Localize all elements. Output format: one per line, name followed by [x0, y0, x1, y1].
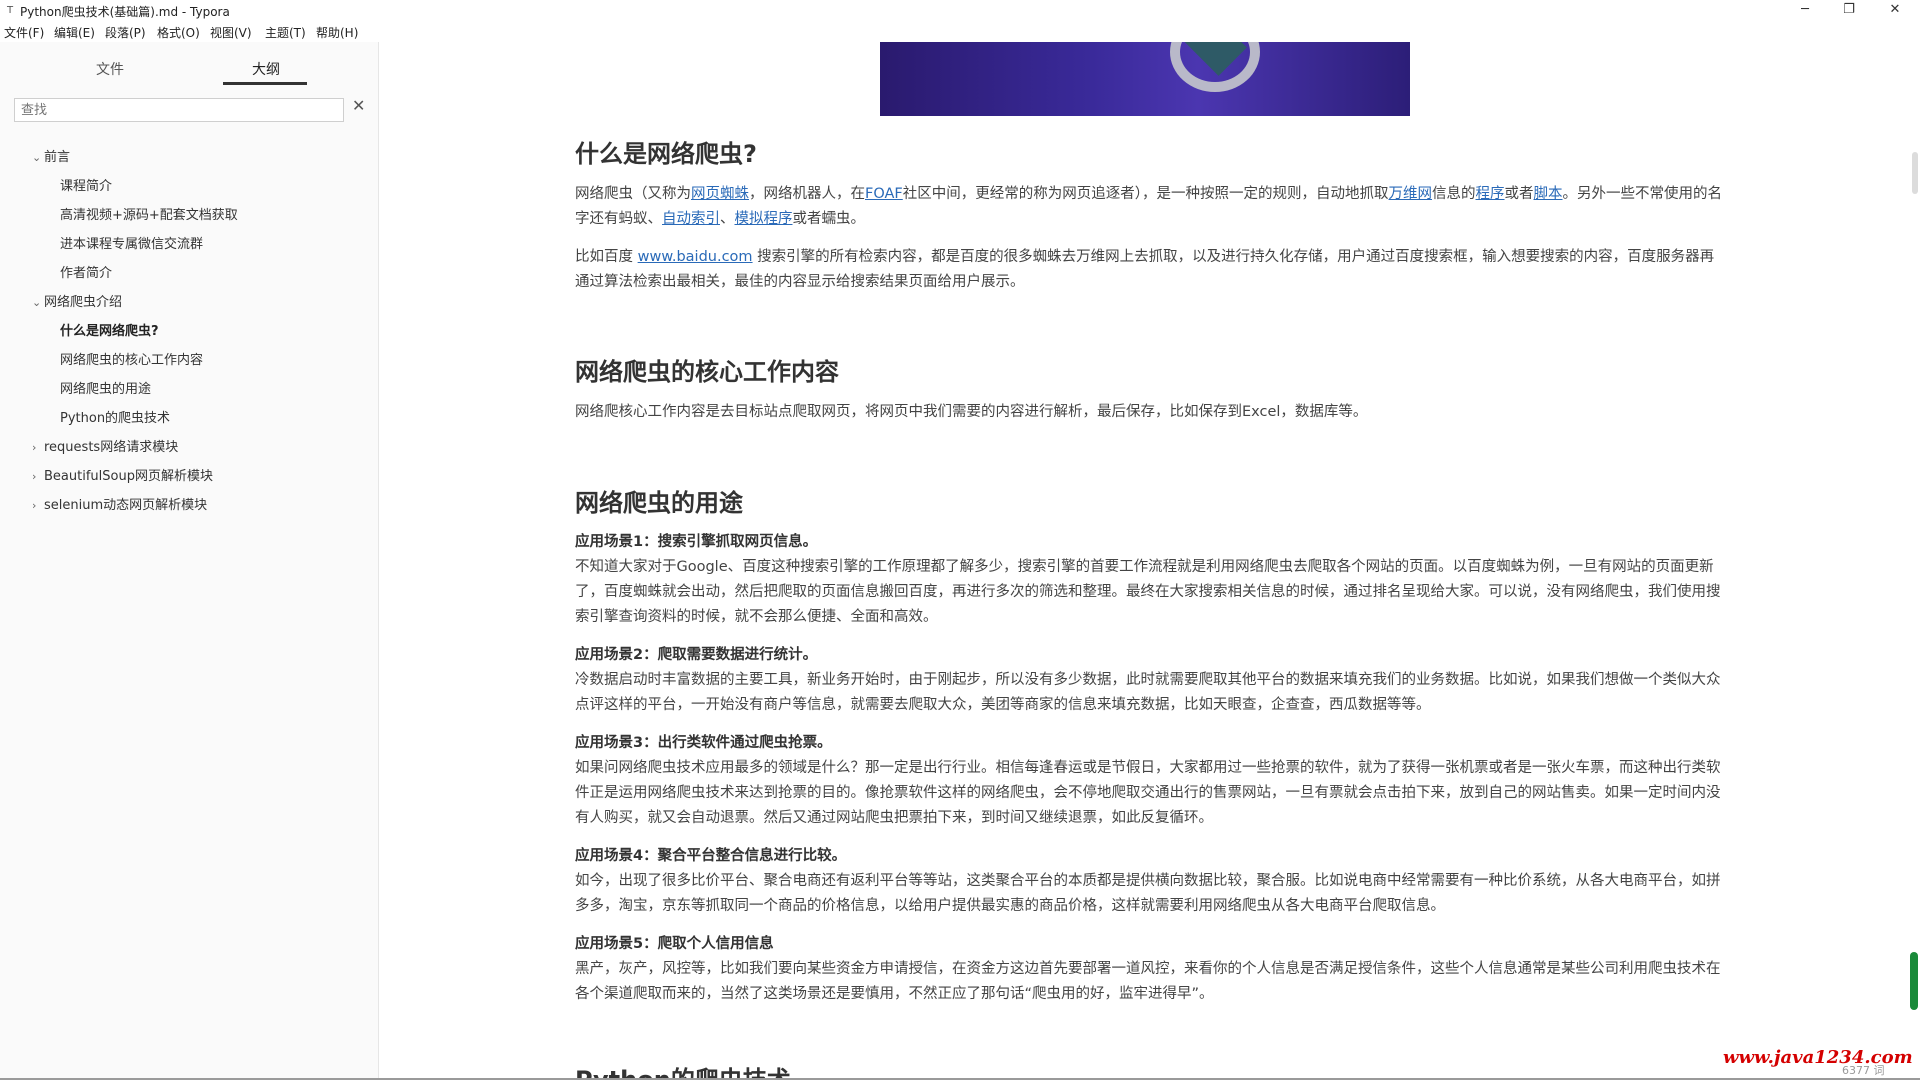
- link-foaf[interactable]: FOAF: [865, 186, 903, 202]
- chevron-right-icon[interactable]: ›: [32, 441, 44, 454]
- scene-2-text: 冷数据启动时丰富数据的主要工具，新业务开始时，由于刚起步，所以没有多少数据，此时…: [575, 672, 1721, 713]
- scene-2: 应用场景2：爬取需要数据进行统计。冷数据启动时丰富数据的主要工具，新业务开始时，…: [575, 643, 1723, 718]
- scene-4-label: 应用场景4：聚合平台整合信息进行比较。: [575, 848, 847, 864]
- link-program[interactable]: 程序: [1476, 186, 1505, 202]
- chevron-right-icon[interactable]: ›: [32, 499, 44, 512]
- heading-uses: 网络爬虫的用途: [575, 489, 743, 517]
- scene-2-label: 应用场景2：爬取需要数据进行统计。: [575, 647, 818, 663]
- menu-paragraph[interactable]: 段落(P): [105, 24, 146, 41]
- vertical-scrollbar-thumb[interactable]: [1912, 152, 1918, 194]
- outline-item[interactable]: 课程简介: [60, 175, 112, 194]
- scene-4-text: 如今，出现了很多比价平台、聚合电商还有返利平台等等站，这类聚合平台的本质都是提供…: [575, 873, 1721, 914]
- link-auto-index[interactable]: 自动索引: [662, 211, 720, 227]
- chevron-right-icon[interactable]: ›: [32, 470, 44, 483]
- outline-item[interactable]: › selenium动态网页解析模块: [32, 494, 207, 513]
- menu-view[interactable]: 视图(V): [210, 24, 252, 41]
- outline-search-input[interactable]: [14, 98, 344, 122]
- outline-item[interactable]: › BeautifulSoup网页解析模块: [32, 465, 213, 484]
- tab-outline[interactable]: 大纲: [252, 59, 280, 79]
- outline-item[interactable]: ⌄ 网络爬虫介绍: [32, 291, 122, 310]
- menu-file[interactable]: 文件(F): [4, 24, 44, 41]
- clear-search-icon[interactable]: ✕: [352, 96, 365, 115]
- paragraph-core-work: 网络爬核心工作内容是去目标站点爬取网页，将网页中我们需要的内容进行解析，最后保存…: [575, 404, 1368, 420]
- typora-app-icon: T: [6, 5, 14, 16]
- scene-1: 应用场景1：搜索引擎抓取网页信息。不知道大家对于Google、百度这种搜索引擎的…: [575, 530, 1723, 630]
- maximize-button[interactable]: ❐: [1826, 0, 1872, 22]
- link-simulator[interactable]: 模拟程序: [735, 211, 793, 227]
- scene-3: 应用场景3：出行类软件通过爬虫抢票。如果问网络爬虫技术应用最多的领域是什么？那一…: [575, 731, 1723, 831]
- paragraph-definition: 网络爬虫（又称为网页蜘蛛，网络机器人，在FOAF社区中间，更经常的称为网页追逐者…: [575, 186, 1723, 227]
- scene-5: 应用场景5：爬取个人信用信息黑产，灰产，风控等，比如我们要向某些资金方申请授信，…: [575, 932, 1723, 1007]
- scene-5-label: 应用场景5：爬取个人信用信息: [575, 936, 774, 952]
- scene-3-text: 如果问网络爬虫技术应用最多的领域是什么？那一定是出行行业。相信每逢春运或是节假日…: [575, 760, 1721, 826]
- sidebar-tabs: 文件 大纲: [0, 42, 378, 88]
- paragraph-baidu-example: 比如百度 www.baidu.com 搜索引擎的所有检索内容，都是百度的很多蜘蛛…: [575, 249, 1715, 290]
- chevron-down-icon[interactable]: ⌄: [32, 296, 44, 309]
- title-bar: T Python爬虫技术(基础篇).md - Typora ─ ❐ ✕: [0, 0, 1920, 22]
- scene-4: 应用场景4：聚合平台整合信息进行比较。如今，出现了很多比价平台、聚合电商还有返利…: [575, 844, 1723, 919]
- window-title: Python爬虫技术(基础篇).md - Typora: [20, 5, 230, 19]
- editor-content[interactable]: 什么是网络爬虫? 网络爬虫（又称为网页蜘蛛，网络机器人，在FOAF社区中间，更经…: [379, 42, 1920, 1080]
- scene-3-label: 应用场景3：出行类软件通过爬虫抢票。: [575, 735, 832, 751]
- outline-item[interactable]: 网络爬虫的核心工作内容: [60, 349, 203, 368]
- outline-item[interactable]: ⌄ 前言: [32, 146, 70, 165]
- scene-1-text: 不知道大家对于Google、百度这种搜索引擎的工作原理都了解多少，搜索引擎的首要…: [575, 559, 1721, 625]
- outline-item[interactable]: 作者简介: [60, 262, 112, 281]
- outline-item[interactable]: 网络爬虫的用途: [60, 378, 151, 397]
- heading-python-crawler: Python的爬虫技术: [575, 1066, 791, 1080]
- scene-5-text: 黑产，灰产，风控等，比如我们要向某些资金方申请授信，在资金方这边首先要部署一道风…: [575, 961, 1721, 1002]
- side-progress-indicator: [1910, 952, 1918, 1010]
- chevron-down-icon[interactable]: ⌄: [32, 151, 44, 164]
- minimize-button[interactable]: ─: [1782, 0, 1828, 22]
- tab-files[interactable]: 文件: [96, 59, 124, 79]
- sidebar: 文件 大纲 ✕ ⌄前言 课程简介 高清视频+源码+配套文档获取 进本课程专属微信…: [0, 42, 379, 1080]
- heading-core-work: 网络爬虫的核心工作内容: [575, 358, 839, 386]
- outline-item[interactable]: › requests网络请求模块: [32, 436, 178, 455]
- menu-format[interactable]: 格式(O): [157, 24, 200, 41]
- link-www[interactable]: 万维网: [1389, 186, 1433, 202]
- menu-edit[interactable]: 编辑(E): [54, 24, 95, 41]
- menu-help[interactable]: 帮助(H): [316, 24, 358, 41]
- heading-what-is-crawler: 什么是网络爬虫?: [575, 140, 757, 168]
- link-script[interactable]: 脚本: [1534, 186, 1563, 202]
- word-count[interactable]: 6377 词: [1842, 1062, 1885, 1078]
- outline-item-active[interactable]: 什么是网络爬虫?: [60, 320, 159, 339]
- scene-1-label: 应用场景1：搜索引擎抓取网页信息。: [575, 534, 818, 550]
- menu-bar: 文件(F) 编辑(E) 段落(P) 格式(O) 视图(V) 主题(T) 帮助(H…: [0, 22, 1920, 42]
- active-tab-indicator: [223, 82, 307, 85]
- outline-item[interactable]: 进本课程专属微信交流群: [60, 233, 203, 252]
- banner-image: [880, 42, 1410, 116]
- link-baidu[interactable]: www.baidu.com: [638, 249, 753, 265]
- close-button[interactable]: ✕: [1872, 0, 1918, 22]
- link-web-spider[interactable]: 网页蜘蛛: [691, 186, 749, 202]
- outline-item[interactable]: Python的爬虫技术: [60, 407, 170, 426]
- outline-item[interactable]: 高清视频+源码+配套文档获取: [60, 204, 238, 223]
- menu-theme[interactable]: 主题(T): [265, 24, 306, 41]
